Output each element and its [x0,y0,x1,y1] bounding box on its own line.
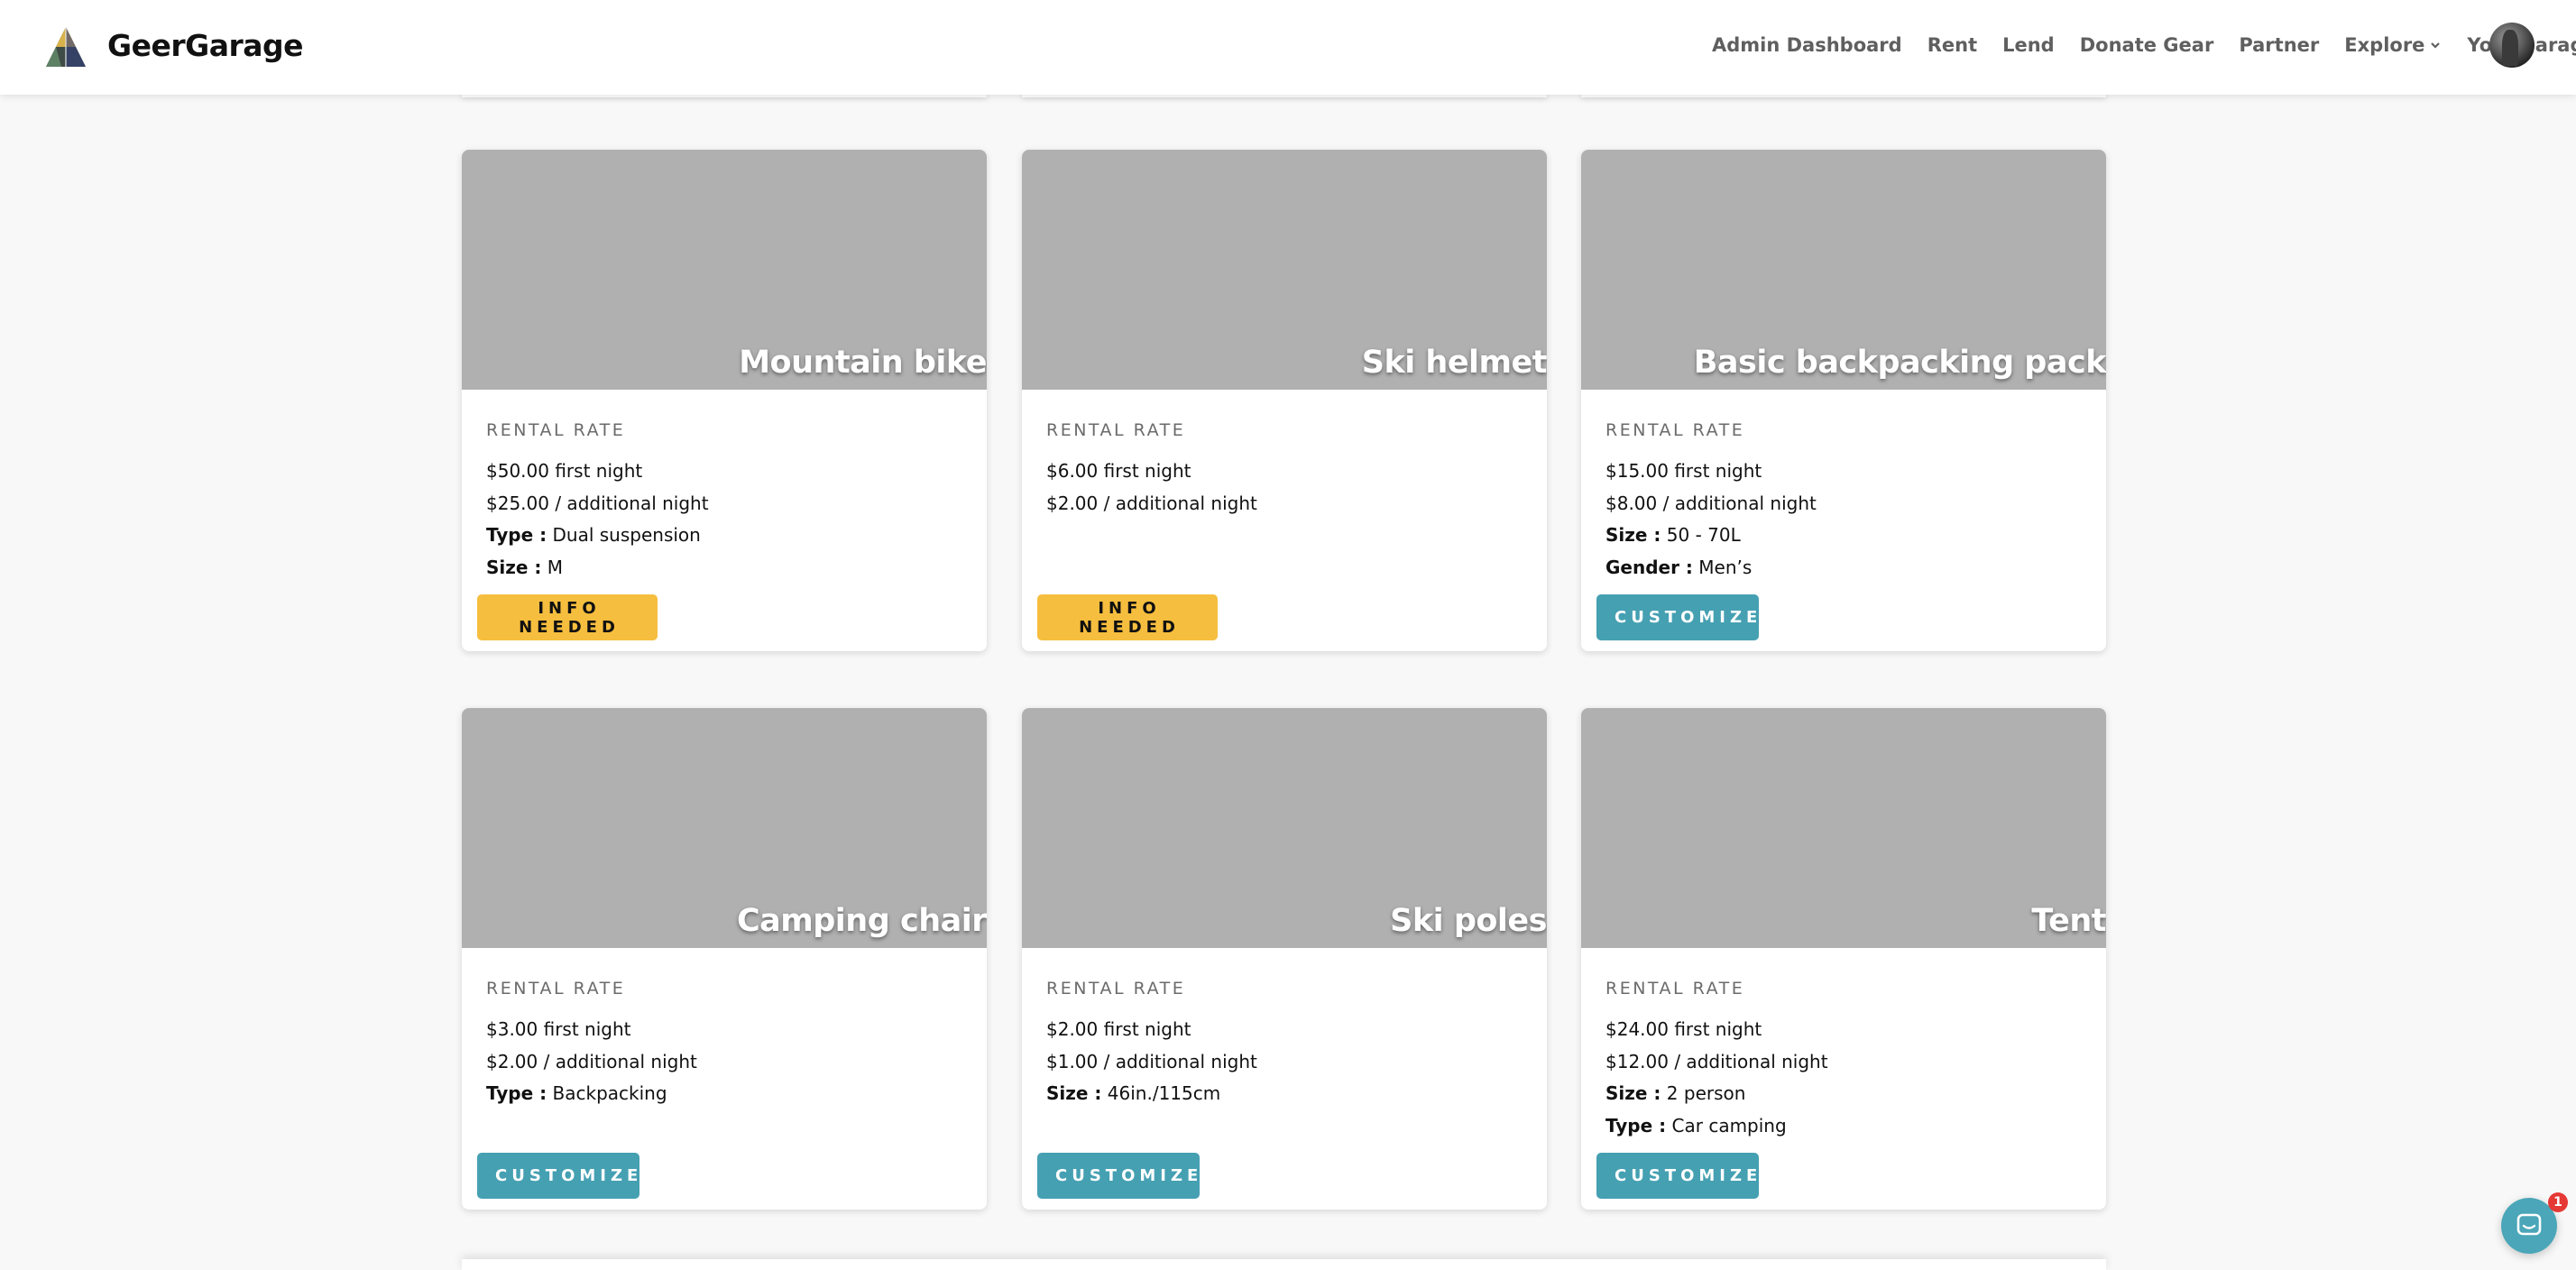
card-attribute: Type : Backpacking [486,1082,697,1115]
card-attribute: Size : 46in./115cm [1046,1082,1257,1115]
attribute-key: Size : [1605,524,1661,546]
first-night-rate: $15.00 first night [1605,460,1762,482]
nav-admin-dashboard[interactable]: Admin Dashboard [1712,34,1902,56]
additional-night-rate: $25.00 / additional night [486,492,709,514]
attribute-value: Men’s [1698,556,1753,578]
gear-image-placeholder[interactable]: Camping chair [462,708,987,948]
gear-image-placeholder[interactable]: Ski helmet [1022,150,1547,390]
first-night-rate: $50.00 first night [486,460,643,482]
rental-rate-label: RENTAL RATE [486,420,626,440]
rental-rate-label: RENTAL RATE [1605,420,1745,440]
card-attribute: Size : 2 person [1605,1082,1828,1115]
card-partial-bottom [462,1259,2106,1270]
gear-title: Camping chair [736,903,987,939]
attribute-key: Type : [486,524,547,546]
first-night-rate: $24.00 first night [1605,1018,1762,1040]
rental-rate-label: RENTAL RATE [1605,979,1745,999]
attribute-value: Dual suspension [552,524,701,546]
additional-night-rate: $1.00 / additional night [1046,1050,1257,1072]
first-night-rate: $3.00 first night [486,1018,631,1040]
rental-rate-label: RENTAL RATE [1046,420,1186,440]
chevron-down-icon [2431,42,2441,49]
attribute-key: Gender : [1605,556,1693,578]
card-details: $15.00 first night $8.00 / additional ni… [1605,460,1817,588]
attribute-value: 50 - 70L [1666,524,1741,546]
customize-button[interactable]: CUSTOMIZE [1596,1153,1759,1199]
chat-unread-badge: 1 [2548,1192,2568,1212]
nav-rent[interactable]: Rent [1927,34,1977,56]
info-needed-button[interactable]: INFO NEEDED [1037,594,1218,640]
top-navbar: GeerGarage Admin Dashboard Rent Lend Don… [0,0,2576,95]
attribute-key: Size : [1046,1082,1102,1104]
gear-title: Mountain bike [739,345,987,381]
attribute-value: Backpacking [552,1082,667,1104]
attribute-key: Size : [486,556,542,578]
gear-card[interactable]: Camping chair RENTAL RATE $3.00 first ni… [462,708,987,1210]
chat-bubble-icon [2516,1213,2542,1236]
gear-title: Tent [2031,903,2106,939]
gear-title: Ski poles [1390,903,1547,939]
attribute-value: Car camping [1671,1114,1787,1137]
nav-explore-label: Explore [2344,34,2425,56]
card-attribute: Gender : Men’s [1605,557,1817,589]
gear-card[interactable]: Basic backpacking pack RENTAL RATE $15.0… [1581,150,2106,651]
gear-card[interactable]: Ski poles RENTAL RATE $2.00 first night … [1022,708,1547,1210]
gear-card[interactable]: Ski helmet RENTAL RATE $6.00 first night… [1022,150,1547,651]
gear-card[interactable]: Tent RENTAL RATE $24.00 first night $12.… [1581,708,2106,1210]
additional-night-rate: $2.00 / additional night [486,1050,697,1072]
brand-name[interactable]: GeerGarage [107,28,304,63]
additional-night-rate: $2.00 / additional night [1046,492,1257,514]
card-attribute: Size : 50 - 70L [1605,524,1817,557]
customize-button[interactable]: CUSTOMIZE [1596,594,1759,640]
main-nav: Admin Dashboard Rent Lend Donate Gear Pa… [1712,0,2576,90]
additional-night-rate: $8.00 / additional night [1605,492,1817,514]
user-avatar[interactable] [2489,23,2535,68]
info-needed-button[interactable]: INFO NEEDED [477,594,658,640]
card-attribute: Size : M [486,557,709,589]
nav-explore[interactable]: Explore [2344,34,2442,56]
card-details: $50.00 first night $25.00 / additional n… [486,460,709,588]
gear-title: Basic backpacking pack [1693,345,2106,381]
gear-image-placeholder[interactable]: Mountain bike [462,150,987,390]
attribute-key: Type : [1605,1114,1667,1137]
attribute-key: Type : [486,1082,547,1104]
card-attribute: Type : Dual suspension [486,524,709,557]
first-night-rate: $2.00 first night [1046,1018,1191,1040]
attribute-value: 2 person [1666,1082,1746,1104]
gear-image-placeholder[interactable]: Tent [1581,708,2106,948]
card-details: $24.00 first night $12.00 / additional n… [1605,1018,1828,1146]
customize-button[interactable]: CUSTOMIZE [477,1153,639,1199]
card-details: $6.00 first night $2.00 / additional nig… [1046,460,1257,524]
first-night-rate: $6.00 first night [1046,460,1191,482]
attribute-value: 46in./115cm [1107,1082,1221,1104]
rental-rate-label: RENTAL RATE [486,979,626,999]
gear-image-placeholder[interactable]: Basic backpacking pack [1581,150,2106,390]
brand[interactable]: GeerGarage [43,25,304,70]
customize-button[interactable]: CUSTOMIZE [1037,1153,1200,1199]
nav-lend[interactable]: Lend [2002,34,2055,56]
gear-title: Ski helmet [1361,345,1547,381]
attribute-key: Size : [1605,1082,1661,1104]
gear-card[interactable]: Mountain bike RENTAL RATE $50.00 first n… [462,150,987,651]
nav-partner[interactable]: Partner [2239,34,2319,56]
gear-image-placeholder[interactable]: Ski poles [1022,708,1547,948]
mountain-logo-icon [46,27,86,67]
card-attribute: Type : Car camping [1605,1115,1828,1147]
rental-rate-label: RENTAL RATE [1046,979,1186,999]
card-details: $2.00 first night $1.00 / additional nig… [1046,1018,1257,1115]
attribute-value: M [547,556,564,578]
additional-night-rate: $12.00 / additional night [1605,1050,1828,1072]
card-details: $3.00 first night $2.00 / additional nig… [486,1018,697,1115]
nav-donate-gear[interactable]: Donate Gear [2080,34,2214,56]
